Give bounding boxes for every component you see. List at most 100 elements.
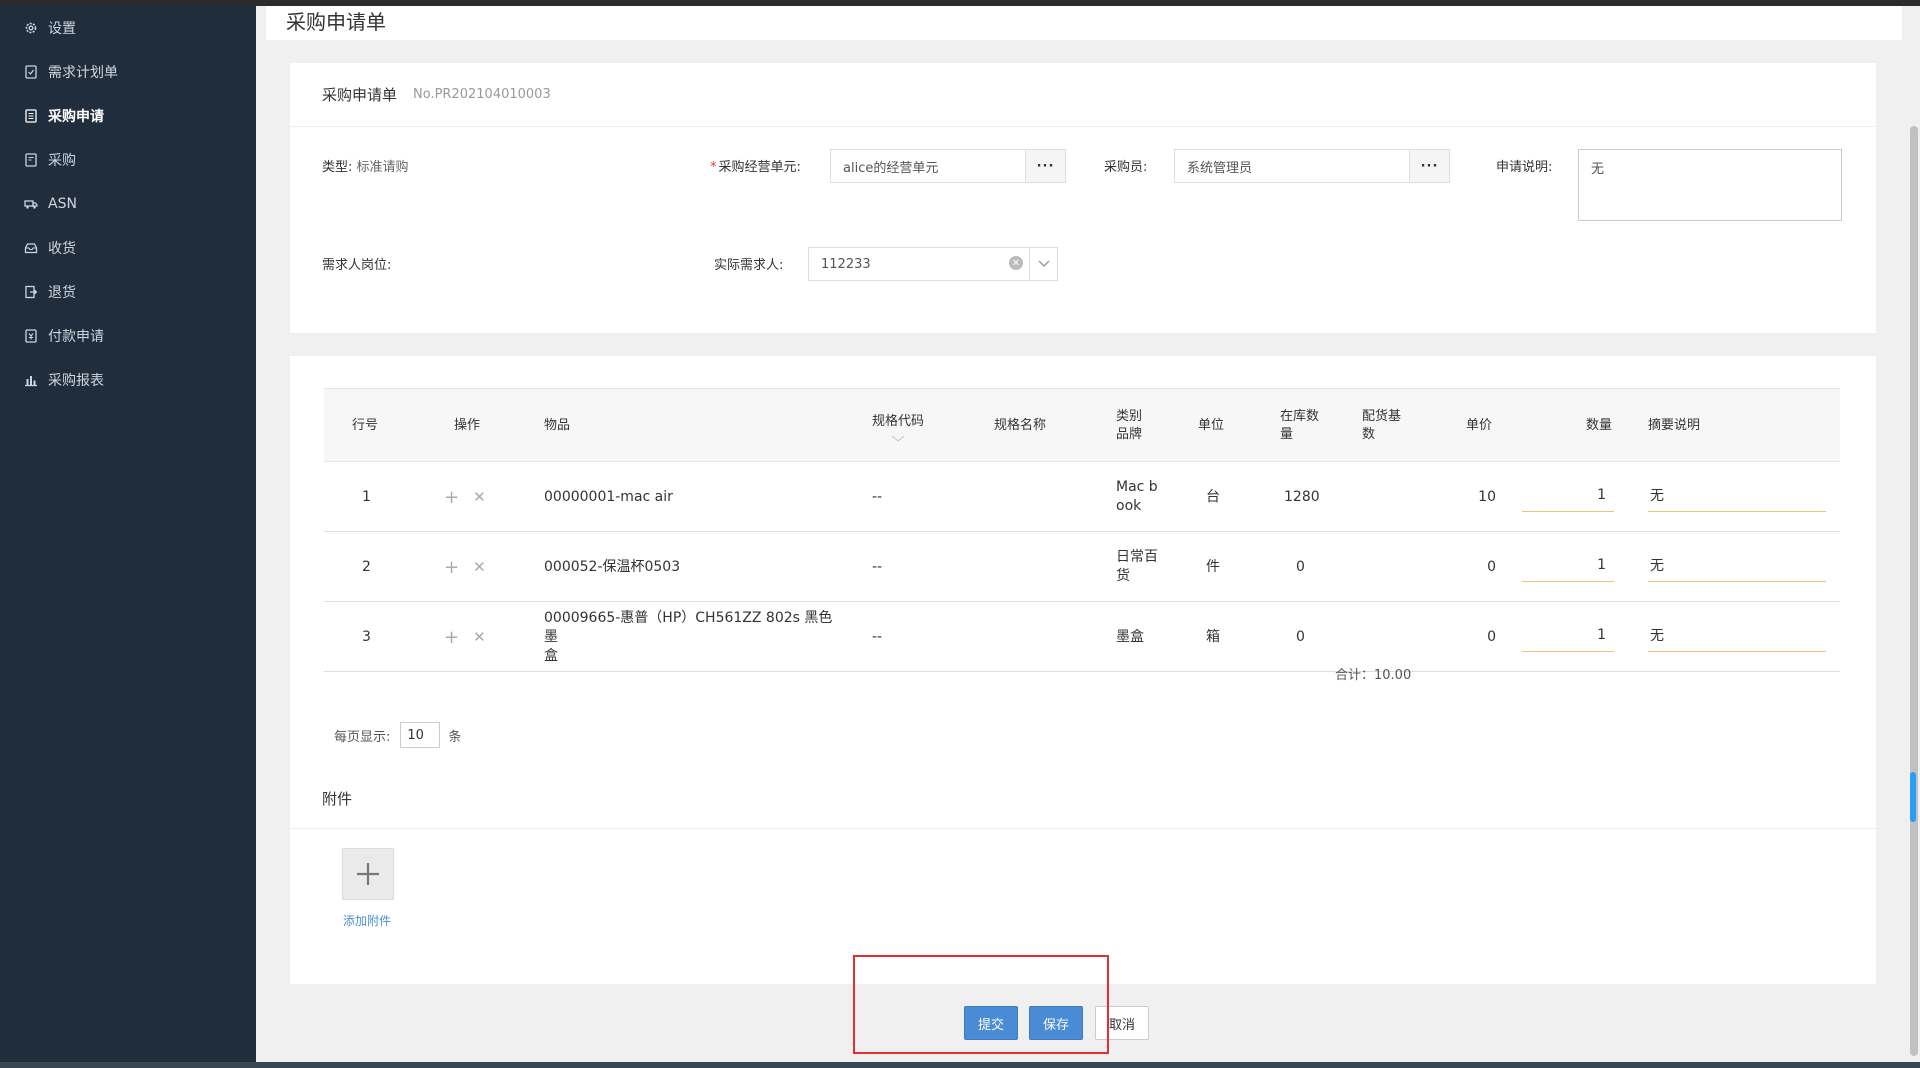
row-item: 00000001-mac air [544,488,673,505]
sidebar-item-asn[interactable]: ASN [0,182,256,226]
buyer-picker-button[interactable]: ··· [1409,150,1449,182]
buyer-value: 系统管理员 [1187,160,1253,176]
col-unit: 单位 [1198,418,1225,433]
type-field: 类型: 标准请购 [322,156,409,175]
required-mark: * [710,160,717,175]
table-row: 3 + ✕ 00009665-惠普（HP）CH561ZZ 802s 黑色墨 盒 … [324,602,1840,672]
row-item: 000052-保温杯0503 [544,558,681,575]
sidebar-item-demand-plan[interactable]: 需求计划单 [0,50,256,94]
unit-field-label: * 采购经营单元: [710,156,801,175]
sort-chevron-icon[interactable] [891,431,905,442]
row-unit: 台 [1206,488,1220,505]
col-spec-name: 规格名称 [994,418,1047,433]
col-stock: 在库数 量 [1280,409,1320,442]
chevron-down-icon[interactable] [1029,248,1057,280]
add-row-icon[interactable]: + [444,558,459,577]
main-content: 采购申请单 采购申请单 No.PR202104010003 类型: 标准请购 *… [256,6,1908,1062]
row-line: 1 [362,488,371,505]
row-stock: 0 [1296,558,1305,575]
sidebar-item-purchase-request[interactable]: 采购申请 [0,94,256,138]
qty-input[interactable]: 1 [1522,618,1614,652]
payment-icon [24,329,38,343]
sidebar-item-purchase[interactable]: 采购 [0,138,256,182]
table-header: 行号 操作 物品 规格代码 规格名称 类别 品牌 单位 在库数 量 配货基 数 … [324,388,1840,462]
page-title: 采购申请单 [286,10,386,34]
row-ops: + ✕ [444,462,500,532]
row-stock: 0 [1296,628,1305,645]
table-row: 2 + ✕ 000052-保温杯0503 -- 日常百 货 件 0 0 1 无 [324,532,1840,602]
col-spec-code: 规格代码 [872,389,924,463]
requester-value: 112233 [821,256,871,272]
col-note: 摘要说明 [1648,418,1701,433]
row-category: 墨盒 [1116,628,1144,645]
row-spec-code: -- [872,558,883,575]
description-textarea[interactable]: 无 [1578,149,1842,221]
col-line: 行号 [352,418,379,433]
col-category: 类别 品牌 [1116,409,1143,442]
form-title: 采购申请单 [322,86,398,104]
plus-icon [357,863,379,885]
sidebar-item-payment-request[interactable]: 付款申请 [0,314,256,358]
page-size-suffix: 条 [448,729,462,745]
unit-label: 采购经营单元: [718,160,801,175]
note-input[interactable]: 无 [1648,618,1826,652]
row-spec-code: -- [872,628,883,645]
row-price: 0 [1487,628,1496,645]
sidebar-item-label: 采购申请 [48,109,104,125]
attachment-title: 附件 [322,790,353,808]
row-item: 00009665-惠普（HP）CH561ZZ 802s 黑色墨 盒 [544,609,833,664]
clear-icon[interactable]: ✕ [1009,256,1023,270]
page-size-control: 每页显示: 10 条 [334,722,461,748]
sidebar-item-label: ASN [48,196,77,212]
row-category: 日常百 货 [1116,549,1158,584]
type-label: 类型: [322,160,353,175]
sidebar-item-label: 采购报表 [48,373,104,389]
requester-label: 实际需求人: [714,258,784,273]
requester-select[interactable]: 112233 ✕ [808,247,1058,281]
note-input[interactable]: 无 [1648,478,1826,512]
row-line: 2 [362,558,371,575]
row-stock: 1280 [1284,488,1320,505]
add-attachment-button[interactable] [342,848,394,900]
qty-input[interactable]: 1 [1522,548,1614,582]
attachment-divider [290,828,1876,829]
page-size-input[interactable]: 10 [400,722,441,748]
type-value: 标准请购 [356,160,409,175]
truck-icon [24,197,38,211]
note-input[interactable]: 无 [1648,548,1826,582]
buyer-field[interactable]: 系统管理员 ··· [1174,149,1450,183]
description-label: 申请说明: [1496,160,1553,175]
business-unit-field[interactable]: alice的经营单元 ··· [830,149,1066,183]
qty-input[interactable]: 1 [1522,478,1614,512]
taskbar [0,1062,1920,1068]
buyer-label: 采购员: [1104,160,1148,175]
scrollbar-thumb[interactable] [1910,126,1918,1056]
sidebar-item-return[interactable]: 退货 [0,270,256,314]
delete-row-icon[interactable]: ✕ [473,558,486,577]
sidebar-item-label: 需求计划单 [48,65,118,81]
business-unit-value: alice的经营单元 [843,160,939,176]
row-price: 10 [1478,488,1496,505]
add-attachment-label[interactable]: 添加附件 [343,912,391,929]
add-row-icon[interactable]: + [444,488,459,507]
sidebar-item-label: 退货 [48,285,76,301]
col-item: 物品 [544,418,571,433]
row-unit: 件 [1206,558,1220,575]
row-category: Mac b ook [1116,479,1158,514]
requester-position-label: 需求人岗位: [322,258,392,273]
col-qty: 数量 [1586,418,1613,433]
sidebar-item-label: 付款申请 [48,329,104,345]
business-unit-picker-button[interactable]: ··· [1025,150,1065,182]
highlight-box [853,955,1109,1054]
bar-chart-icon [24,373,38,387]
table-row: 1 + ✕ 00000001-mac air -- Mac b ook 台 12… [324,462,1840,532]
add-row-icon[interactable]: + [444,628,459,647]
delete-row-icon[interactable]: ✕ [473,628,486,647]
delete-row-icon[interactable]: ✕ [473,488,486,507]
sidebar-item-receiving[interactable]: 收货 [0,226,256,270]
sidebar-item-label: 采购 [48,153,76,169]
request-form-card: 采购申请单 No.PR202104010003 类型: 标准请购 * 采购经营单元… [290,63,1876,333]
vertical-scrollbar[interactable] [1908,6,1920,1062]
sidebar-item-purchase-report[interactable]: 采购报表 [0,358,256,402]
sidebar-item-settings[interactable]: 设置 [0,6,256,50]
